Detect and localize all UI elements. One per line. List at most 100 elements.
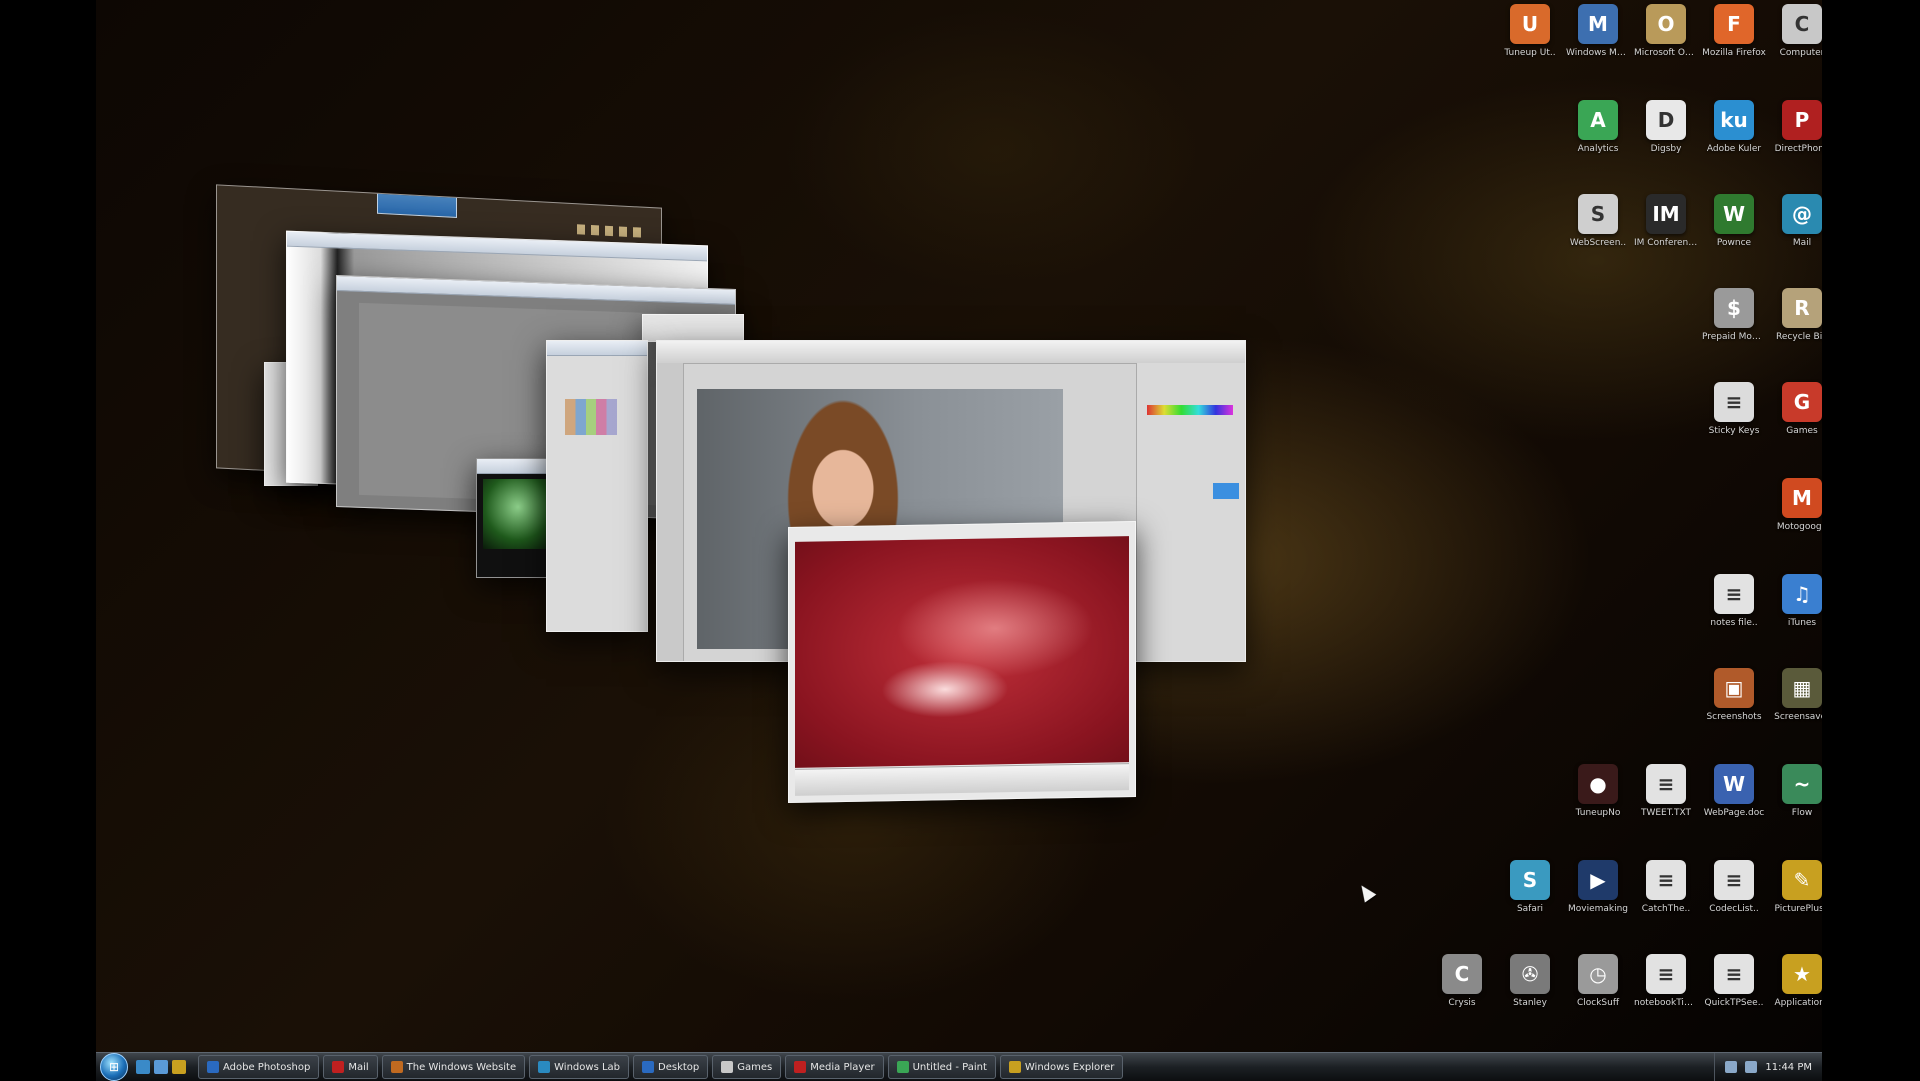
- media-playback-controls[interactable]: [795, 763, 1129, 796]
- desktop-icon[interactable]: ▦ Screensaver: [1770, 668, 1822, 748]
- desktop-icon[interactable]: $ Prepaid Mobile Stock Pit..: [1702, 288, 1766, 368]
- kuler-icon: ku: [1714, 100, 1754, 140]
- desktop-icon[interactable]: ku Adobe Kuler: [1702, 100, 1766, 180]
- app-icon: [1008, 1061, 1021, 1073]
- window-tooltip-panel[interactable]: [642, 314, 744, 342]
- desktop-icon[interactable]: ● TuneupNo: [1566, 764, 1630, 844]
- itunes-icon: ♫: [1782, 574, 1822, 614]
- taskbar-button[interactable]: Untitled - Paint: [887, 1055, 996, 1079]
- desktop-icon[interactable]: ≡ notebookTips..: [1634, 954, 1698, 1034]
- desktop-icon[interactable]: W WebPage.doc: [1702, 764, 1766, 844]
- taskbar-button-label: Mail: [348, 1061, 369, 1073]
- desktop[interactable]: U Tuneup Ut.. M Windows Movie Maker O Microso…: [96, 0, 1822, 1052]
- quick-launch: [136, 1060, 186, 1074]
- document-icon: ≡: [1714, 574, 1754, 614]
- gallery-image: [483, 479, 553, 549]
- system-tray: 11:44 PM: [1714, 1053, 1822, 1081]
- desktop-icon[interactable]: ~ Flow: [1770, 764, 1822, 844]
- desktop-icon[interactable]: C Crysis: [1430, 954, 1494, 1034]
- im-icon: IM: [1646, 194, 1686, 234]
- desktop-icon-label: Adobe Kuler: [1706, 144, 1762, 154]
- app-icon: [642, 1061, 655, 1073]
- desktop-icon[interactable]: A Analytics: [1566, 100, 1630, 180]
- switch-windows-icon[interactable]: [154, 1060, 168, 1074]
- desktop-icon-label: Recycle Bin: [1776, 332, 1822, 342]
- desktop-icon[interactable]: IM IM Conference: [1634, 194, 1698, 274]
- taskbar-button[interactable]: Games: [712, 1055, 782, 1079]
- histogram-chart-thumbnail: [565, 399, 617, 435]
- document-icon: ≡: [1714, 954, 1754, 994]
- volume-icon[interactable]: [1745, 1061, 1758, 1073]
- taskbar-button-label: Windows Explorer: [1024, 1061, 1115, 1073]
- desktop-icon-label: Tuneup Ut..: [1504, 48, 1556, 58]
- flow-icon: ~: [1782, 764, 1822, 804]
- desktop-icon-label: Computer: [1779, 48, 1822, 58]
- histogram-titlebar: [547, 341, 647, 356]
- desktop-icon[interactable]: F Mozilla Firefox: [1702, 4, 1766, 84]
- desktop-icon[interactable]: ≡ QuickTPSee..: [1702, 954, 1766, 1034]
- desktop-icon[interactable]: ≡ Sticky Keys: [1702, 382, 1766, 462]
- show-desktop-icon[interactable]: [136, 1060, 150, 1074]
- taskbar-button[interactable]: Mail: [323, 1055, 378, 1079]
- movie-icon: ▶: [1578, 860, 1618, 900]
- desktop-icon[interactable]: ▣ Screenshots: [1702, 668, 1766, 748]
- desktop-icon[interactable]: C Computer: [1770, 4, 1822, 84]
- desktop-icon[interactable]: P DirectPhone: [1770, 100, 1822, 180]
- desktop-icon[interactable]: ✇ Stanley: [1498, 954, 1562, 1034]
- desktop-icon[interactable]: ▶ Moviemaking: [1566, 860, 1630, 940]
- desktop-icon[interactable]: ≡ notes file..: [1702, 574, 1766, 654]
- swatches-panel: [1147, 405, 1233, 415]
- desktop-icon[interactable]: M Windows Movie Maker: [1566, 4, 1630, 84]
- desktop-icon[interactable]: G Games: [1770, 382, 1822, 462]
- desktop-icon[interactable]: ◷ ClockSuff: [1566, 954, 1630, 1034]
- desktop-icon[interactable]: ✎ PicturePlus..: [1770, 860, 1822, 940]
- taskbar-button[interactable]: Adobe Photoshop: [198, 1055, 320, 1079]
- app-icon: [721, 1061, 734, 1073]
- taskbar-button-label: Media Player: [810, 1061, 875, 1073]
- desktop-icon[interactable]: R Recycle Bin: [1770, 288, 1822, 368]
- taskbar-button-label: Games: [737, 1061, 773, 1073]
- desktop-icon-label: Mail: [1792, 238, 1812, 248]
- desktop-icon[interactable]: ≡ CodecList..: [1702, 860, 1766, 940]
- taskbar-button-label: Adobe Photoshop: [223, 1061, 311, 1073]
- desktop-icon[interactable]: ★ Applications: [1770, 954, 1822, 1034]
- desktop-icon-label: Applications: [1774, 998, 1823, 1008]
- clock[interactable]: 11:44 PM: [1765, 1062, 1812, 1073]
- window-media-player[interactable]: [788, 520, 1136, 804]
- document-icon: ≡: [1714, 382, 1754, 422]
- desktop-icon[interactable]: S WebScreen..: [1566, 194, 1630, 274]
- taskbar-button[interactable]: Windows Lab: [529, 1055, 630, 1079]
- desktop-icon[interactable]: ≡ CatchThe..: [1634, 860, 1698, 940]
- taskbar-button[interactable]: Windows Explorer: [999, 1055, 1124, 1079]
- desktop-icon-label: Pownce: [1716, 238, 1752, 248]
- folder-icon[interactable]: [172, 1060, 186, 1074]
- photoshop-toolbox: [657, 363, 684, 661]
- desktop-icon-label: TuneupNo: [1575, 808, 1621, 818]
- camera-icon: S: [1578, 194, 1618, 234]
- desktop-icon[interactable]: O Microsoft Office Coll..: [1634, 4, 1698, 84]
- taskbar-button[interactable]: The Windows Website: [381, 1055, 526, 1079]
- desktop-icon[interactable]: S Safari: [1498, 860, 1562, 940]
- screenshot-icon: ▣: [1714, 668, 1754, 708]
- window-histogram-panel[interactable]: [546, 340, 648, 632]
- desktop-icon[interactable]: ♫ iTunes: [1770, 574, 1822, 654]
- desktop-icon[interactable]: M Motogoogo: [1770, 478, 1822, 558]
- photoshop-panels: [1136, 363, 1245, 661]
- taskbar-button[interactable]: Media Player: [785, 1055, 884, 1079]
- media-video-red-wallpaper: [795, 536, 1129, 768]
- pownce-icon: W: [1714, 194, 1754, 234]
- desktop-icon[interactable]: ≡ TWEET.TXT: [1634, 764, 1698, 844]
- desktop-icon[interactable]: U Tuneup Ut..: [1498, 4, 1562, 84]
- document-icon: ≡: [1646, 860, 1686, 900]
- start-button[interactable]: ⊞: [100, 1053, 128, 1081]
- desktop-icon[interactable]: @ Mail: [1770, 194, 1822, 274]
- taskbar: ⊞ Adobe Photoshop Mail The Windows Website…: [96, 1052, 1822, 1081]
- app-icon: [538, 1061, 551, 1073]
- taskbar-buttons: Adobe Photoshop Mail The Windows Website Wi…: [198, 1055, 1714, 1079]
- network-icon[interactable]: [1725, 1061, 1738, 1073]
- desktop-icon[interactable]: W Pownce: [1702, 194, 1766, 274]
- desktop-icon-label: Analytics: [1577, 144, 1619, 154]
- taskbar-button[interactable]: Desktop: [633, 1055, 709, 1079]
- desktop-icon-label: Games: [1786, 426, 1818, 436]
- desktop-icon[interactable]: D Digsby: [1634, 100, 1698, 180]
